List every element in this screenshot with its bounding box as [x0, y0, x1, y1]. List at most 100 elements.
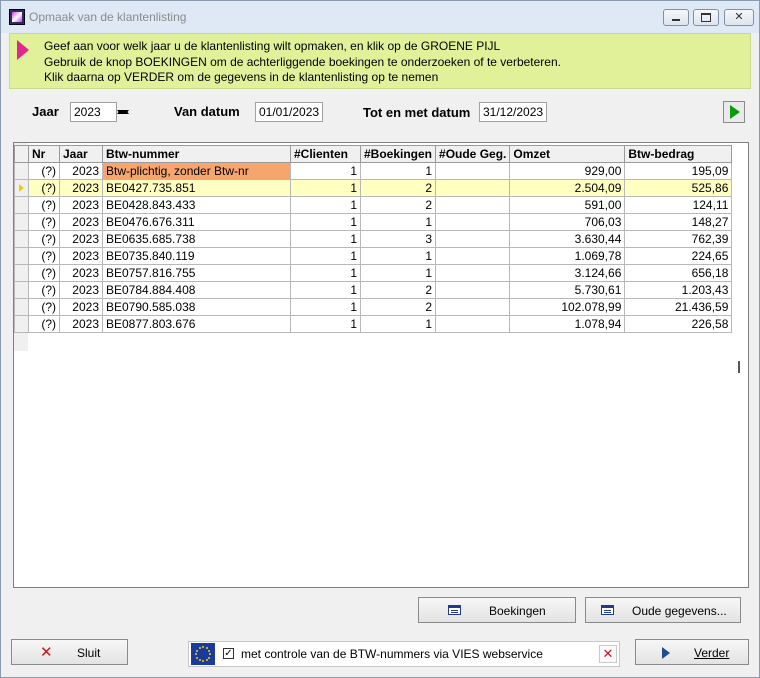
cell-nr[interactable]: (?) — [28, 230, 60, 248]
header-jaar[interactable]: Jaar — [59, 145, 103, 163]
cell-btw-bedrag[interactable]: 195,09 — [624, 162, 733, 180]
table-row[interactable]: (?) 2023 BE0476.676.311 1 1 706,03 148,27 — [14, 213, 733, 231]
cell-nr[interactable]: (?) — [28, 179, 60, 197]
cell-nr[interactable]: (?) — [28, 162, 60, 180]
green-arrow-button[interactable] — [723, 101, 745, 123]
row-indicator[interactable] — [14, 264, 29, 282]
header-btw-bedrag[interactable]: Btw-bedrag — [624, 145, 733, 163]
cell-omzet[interactable]: 1.078,94 — [509, 315, 626, 333]
cell-boekingen[interactable]: 3 — [359, 230, 437, 248]
cell-omzet[interactable]: 3.124,66 — [509, 264, 626, 282]
cell-btw-bedrag[interactable]: 124,11 — [624, 196, 733, 214]
cell-clienten[interactable]: 1 — [290, 247, 361, 265]
cell-omzet[interactable]: 3.630,44 — [509, 230, 626, 248]
tot-datum-input[interactable]: 31/12/2023 — [479, 102, 547, 122]
cell-btw-nummer[interactable]: BE0735.840.119 — [102, 247, 291, 265]
row-indicator[interactable] — [14, 281, 29, 299]
cell-boekingen[interactable]: 1 — [359, 264, 437, 282]
row-indicator[interactable] — [14, 247, 29, 265]
cell-clienten[interactable]: 1 — [290, 196, 361, 214]
cell-jaar[interactable]: 2023 — [59, 298, 103, 316]
jaar-input[interactable]: 2023 — [70, 102, 117, 122]
cell-btw-nummer[interactable]: BE0428.843.433 — [102, 196, 291, 214]
cell-nr[interactable]: (?) — [28, 298, 60, 316]
cell-btw-nummer[interactable]: BE0790.585.038 — [102, 298, 291, 316]
close-window-button[interactable]: ✕ — [724, 9, 754, 26]
table-row[interactable]: (?) 2023 BE0784.884.408 1 2 5.730,61 1.203,43 — [14, 281, 733, 299]
cell-omzet[interactable]: 591,00 — [509, 196, 626, 214]
oude-gegevens-button[interactable]: Oude gegevens... — [585, 597, 741, 623]
cell-oude-geg[interactable] — [435, 247, 511, 265]
cell-jaar[interactable]: 2023 — [59, 281, 103, 299]
header-nr[interactable]: Nr — [28, 145, 60, 163]
table-row[interactable]: (?) 2023 BE0427.735.851 1 2 2.504,09 525,86 — [14, 179, 733, 197]
cell-clienten[interactable]: 1 — [290, 179, 361, 197]
cell-btw-bedrag[interactable]: 226,58 — [624, 315, 733, 333]
row-indicator[interactable] — [14, 315, 29, 333]
cell-btw-nummer[interactable]: BE0877.803.676 — [102, 315, 291, 333]
cell-nr[interactable]: (?) — [28, 196, 60, 214]
minimize-button[interactable] — [663, 9, 689, 26]
cell-jaar[interactable]: 2023 — [59, 230, 103, 248]
cell-jaar[interactable]: 2023 — [59, 179, 103, 197]
cell-oude-geg[interactable] — [435, 230, 511, 248]
cell-nr[interactable]: (?) — [28, 281, 60, 299]
spin-down-button[interactable] — [117, 110, 129, 122]
van-datum-input[interactable]: 01/01/2023 — [255, 102, 323, 122]
cell-btw-bedrag[interactable]: 148,27 — [624, 213, 733, 231]
header-btw-nummer[interactable]: Btw-nummer — [102, 145, 291, 163]
cell-nr[interactable]: (?) — [28, 213, 60, 231]
cell-clienten[interactable]: 1 — [290, 315, 361, 333]
row-indicator[interactable] — [14, 179, 29, 197]
boekingen-button[interactable]: Boekingen — [418, 597, 576, 623]
cell-clienten[interactable]: 1 — [290, 281, 361, 299]
table-row[interactable]: (?) 2023 BE0735.840.119 1 1 1.069,78 224,65 — [14, 247, 733, 265]
cell-omzet[interactable]: 929,00 — [509, 162, 626, 180]
cell-boekingen[interactable]: 2 — [359, 196, 437, 214]
header-clienten[interactable]: #Clienten — [290, 145, 361, 163]
row-indicator[interactable] — [14, 298, 29, 316]
table-row[interactable]: (?) 2023 BE0877.803.676 1 1 1.078,94 226,58 — [14, 315, 733, 333]
cell-boekingen[interactable]: 1 — [359, 162, 437, 180]
cell-btw-nummer[interactable]: BE0635.685.738 — [102, 230, 291, 248]
row-indicator[interactable] — [14, 162, 29, 180]
cell-clienten[interactable]: 1 — [290, 162, 361, 180]
cell-nr[interactable]: (?) — [28, 264, 60, 282]
cell-boekingen[interactable]: 2 — [359, 179, 437, 197]
cell-btw-bedrag[interactable]: 656,18 — [624, 264, 733, 282]
cell-nr[interactable]: (?) — [28, 247, 60, 265]
cell-omzet[interactable]: 1.069,78 — [509, 247, 626, 265]
jaar-spinner[interactable] — [117, 102, 129, 122]
verder-button[interactable]: Verder — [635, 639, 749, 665]
cell-clienten[interactable]: 1 — [290, 213, 361, 231]
cell-jaar[interactable]: 2023 — [59, 315, 103, 333]
cell-clienten[interactable]: 1 — [290, 298, 361, 316]
cell-boekingen[interactable]: 1 — [359, 247, 437, 265]
cell-oude-geg[interactable] — [435, 179, 511, 197]
cell-jaar[interactable]: 2023 — [59, 247, 103, 265]
cell-boekingen[interactable]: 2 — [359, 281, 437, 299]
cell-btw-nummer[interactable]: Btw-plichtig, zonder Btw-nr — [102, 162, 291, 180]
cell-clienten[interactable]: 1 — [290, 230, 361, 248]
cell-jaar[interactable]: 2023 — [59, 213, 103, 231]
cell-omzet[interactable]: 5.730,61 — [509, 281, 626, 299]
table-row[interactable]: (?) 2023 BE0790.585.038 1 2 102.078,99 21.436,… — [14, 298, 733, 316]
cell-btw-bedrag[interactable]: 21.436,59 — [624, 298, 733, 316]
table-row[interactable]: (?) 2023 BE0635.685.738 1 3 3.630,44 762,39 — [14, 230, 733, 248]
cell-btw-nummer[interactable]: BE0784.884.408 — [102, 281, 291, 299]
table-row[interactable]: (?) 2023 BE0757.816.755 1 1 3.124,66 656,18 — [14, 264, 733, 282]
cell-boekingen[interactable]: 1 — [359, 213, 437, 231]
cell-btw-bedrag[interactable]: 224,65 — [624, 247, 733, 265]
cell-omzet[interactable]: 706,03 — [509, 213, 626, 231]
cell-btw-bedrag[interactable]: 525,86 — [624, 179, 733, 197]
scrollbar-marker[interactable] — [738, 361, 740, 373]
vies-clear-button[interactable]: ✕ — [599, 645, 617, 663]
row-indicator[interactable] — [14, 196, 29, 214]
cell-oude-geg[interactable] — [435, 298, 511, 316]
table-row[interactable]: (?) 2023 BE0428.843.433 1 2 591,00 124,11 — [14, 196, 733, 214]
cell-btw-nummer[interactable]: BE0757.816.755 — [102, 264, 291, 282]
cell-nr[interactable]: (?) — [28, 315, 60, 333]
cell-oude-geg[interactable] — [435, 264, 511, 282]
vies-checkbox[interactable]: ✓ — [223, 648, 234, 659]
sluit-button[interactable]: ✕ Sluit — [11, 639, 128, 665]
